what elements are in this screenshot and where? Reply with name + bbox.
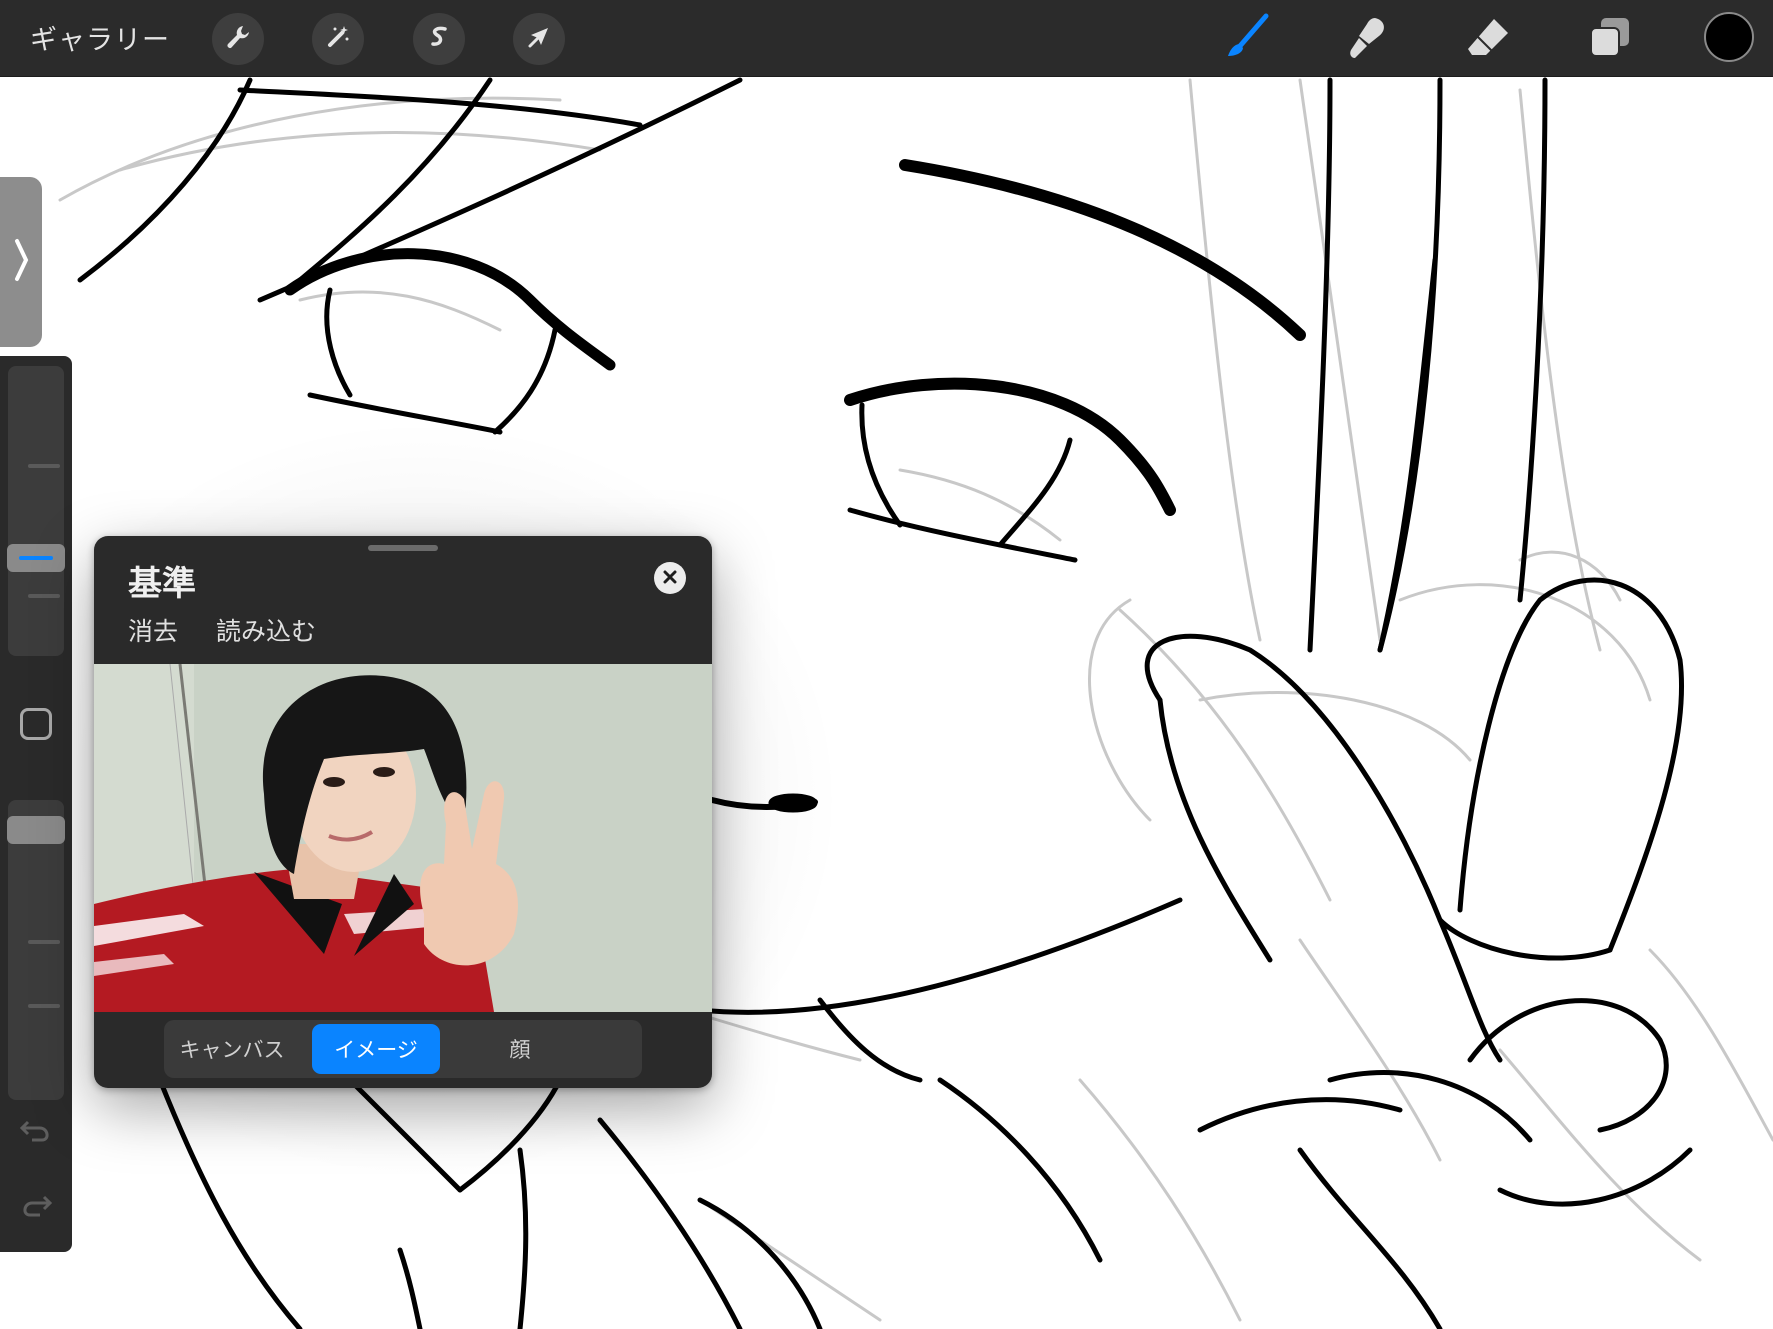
selection-button[interactable] bbox=[413, 13, 465, 65]
brush-icon bbox=[1222, 12, 1272, 66]
arrow-cursor-icon bbox=[525, 23, 553, 55]
smudge-icon bbox=[1345, 14, 1391, 64]
panel-title: 基準 bbox=[128, 564, 196, 604]
slider-tick bbox=[28, 464, 60, 468]
tab-image[interactable]: イメージ bbox=[312, 1024, 440, 1074]
slider-tick bbox=[28, 1004, 60, 1008]
sidebar bbox=[0, 356, 72, 1252]
eraser-icon bbox=[1464, 13, 1512, 65]
eraser-tool[interactable] bbox=[1463, 14, 1513, 64]
close-icon bbox=[663, 569, 677, 588]
undo-button[interactable] bbox=[18, 1116, 54, 1150]
layers-icon bbox=[1587, 14, 1633, 64]
selection-s-icon bbox=[425, 23, 453, 55]
brush-tool[interactable] bbox=[1222, 12, 1272, 66]
transform-button[interactable] bbox=[513, 13, 565, 65]
wrench-icon bbox=[224, 23, 252, 55]
redo-button[interactable] bbox=[18, 1191, 54, 1225]
adjustments-button[interactable] bbox=[312, 13, 364, 65]
redo-icon bbox=[18, 1195, 54, 1225]
sidebar-toggle[interactable] bbox=[0, 177, 42, 347]
color-picker-button[interactable] bbox=[1704, 12, 1754, 62]
reference-panel[interactable]: 基準 消去 読み込む キャンバス イメージ 顔 bbox=[94, 536, 712, 1088]
undo-icon bbox=[18, 1120, 54, 1150]
reference-mode-control: キャンバス イメージ 顔 bbox=[164, 1020, 642, 1078]
close-button[interactable] bbox=[654, 562, 686, 594]
slider-tick bbox=[28, 594, 60, 598]
actions-button[interactable] bbox=[212, 13, 264, 65]
opacity-knob[interactable] bbox=[7, 816, 65, 845]
tab-canvas[interactable]: キャンバス bbox=[168, 1024, 296, 1074]
magic-wand-icon bbox=[324, 23, 352, 55]
panel-grabber[interactable] bbox=[368, 545, 438, 551]
brush-size-slider[interactable] bbox=[8, 366, 64, 656]
reference-image bbox=[94, 664, 712, 1012]
opacity-slider[interactable] bbox=[8, 800, 64, 1100]
top-toolbar: ギャラリー bbox=[0, 0, 1773, 76]
layers-button[interactable] bbox=[1585, 14, 1635, 64]
brush-size-knob[interactable] bbox=[7, 544, 65, 573]
slider-tick bbox=[28, 940, 60, 944]
chevron-right-icon bbox=[11, 235, 31, 289]
smudge-tool[interactable] bbox=[1343, 14, 1393, 64]
tab-face[interactable]: 顔 bbox=[456, 1024, 584, 1074]
import-button[interactable]: 読み込む bbox=[216, 617, 316, 646]
gallery-button[interactable]: ギャラリー bbox=[30, 18, 170, 57]
clear-button[interactable]: 消去 bbox=[128, 617, 178, 646]
modify-button[interactable] bbox=[20, 708, 52, 740]
